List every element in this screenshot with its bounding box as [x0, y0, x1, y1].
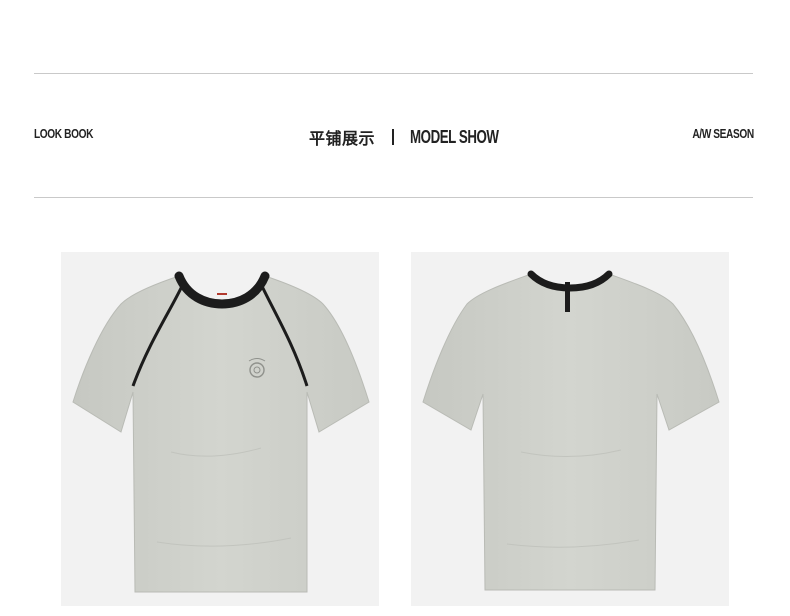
tshirt-body — [72, 275, 370, 593]
tshirt-back-illustration — [422, 270, 720, 591]
lookbook-label: LOOK BOOK — [34, 126, 94, 141]
title-separator — [392, 129, 395, 145]
section-title-en: MODEL SHOW — [410, 126, 499, 147]
section-title: 平铺展示 MODEL SHOW — [309, 124, 530, 150]
header-top-divider — [34, 73, 753, 74]
season-label: A/W SEASON — [692, 126, 755, 141]
section-title-cn: 平铺展示 — [309, 129, 376, 148]
tshirt-front-illustration — [72, 271, 370, 593]
tshirt-front-image — [61, 252, 379, 606]
tshirt-body-back — [422, 273, 720, 591]
back-tab — [565, 282, 570, 312]
tshirt-back-image — [411, 252, 729, 606]
header-bottom-divider — [34, 197, 753, 198]
